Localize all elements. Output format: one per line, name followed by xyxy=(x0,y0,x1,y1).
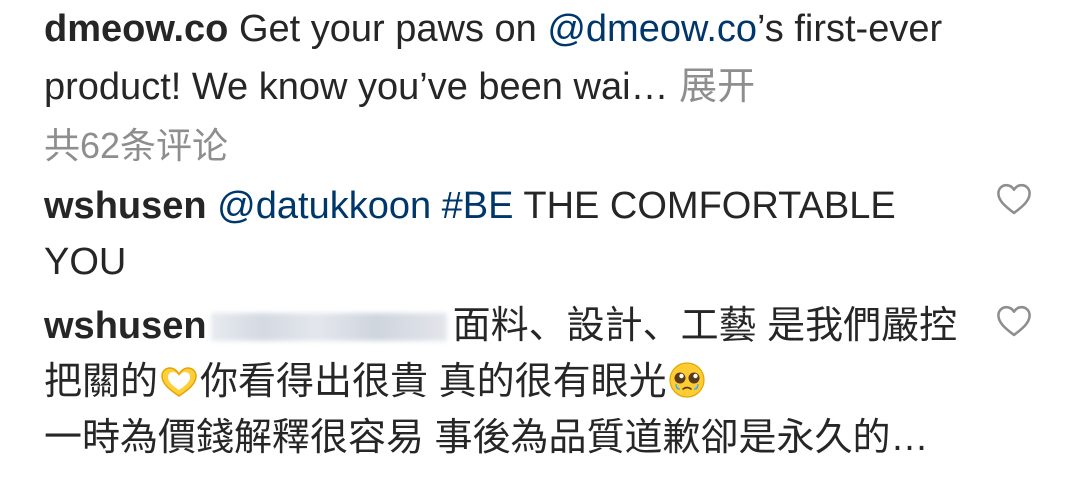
pleading-face-emoji xyxy=(668,362,705,398)
caption-text-1: Get your paws on xyxy=(228,8,548,50)
post-author-username[interactable]: dmeow.co xyxy=(44,8,228,50)
comment-text-part-2: 你看得出很貴 真的很有眼光 xyxy=(200,361,667,403)
heart-hands-emoji xyxy=(161,367,197,397)
comment-text-part-3: 一時為價錢解釋很容易 事後為品質道歉卻是永久的… xyxy=(44,417,929,459)
view-all-comments-link[interactable]: 共62条评论 xyxy=(44,120,228,172)
heart-outline-icon[interactable] xyxy=(996,304,1032,338)
caption-mention-link[interactable]: @dmeow.co xyxy=(547,8,757,50)
expand-caption-button[interactable]: 展开 xyxy=(669,66,755,108)
comment-username[interactable]: wshusen xyxy=(44,185,207,227)
post-caption: dmeow.co Get your paws on @dmeow.co’s fi… xyxy=(44,0,1044,116)
blurred-mention-redaction xyxy=(210,313,447,341)
heart-outline-icon[interactable] xyxy=(996,182,1032,216)
comment-mention-link[interactable]: @datukkoon xyxy=(217,185,431,227)
comment-item: wshusen 面料、設計、工藝 是我們嚴控把關的 你看得出很貴 真的很有眼光 一… xyxy=(44,298,974,466)
comment-item: wshusen @datukkoon #BE THE COMFORTABLE Y… xyxy=(44,178,974,290)
comment-hashtag-link[interactable]: #BE xyxy=(442,185,514,227)
comment-username[interactable]: wshusen xyxy=(44,305,207,347)
